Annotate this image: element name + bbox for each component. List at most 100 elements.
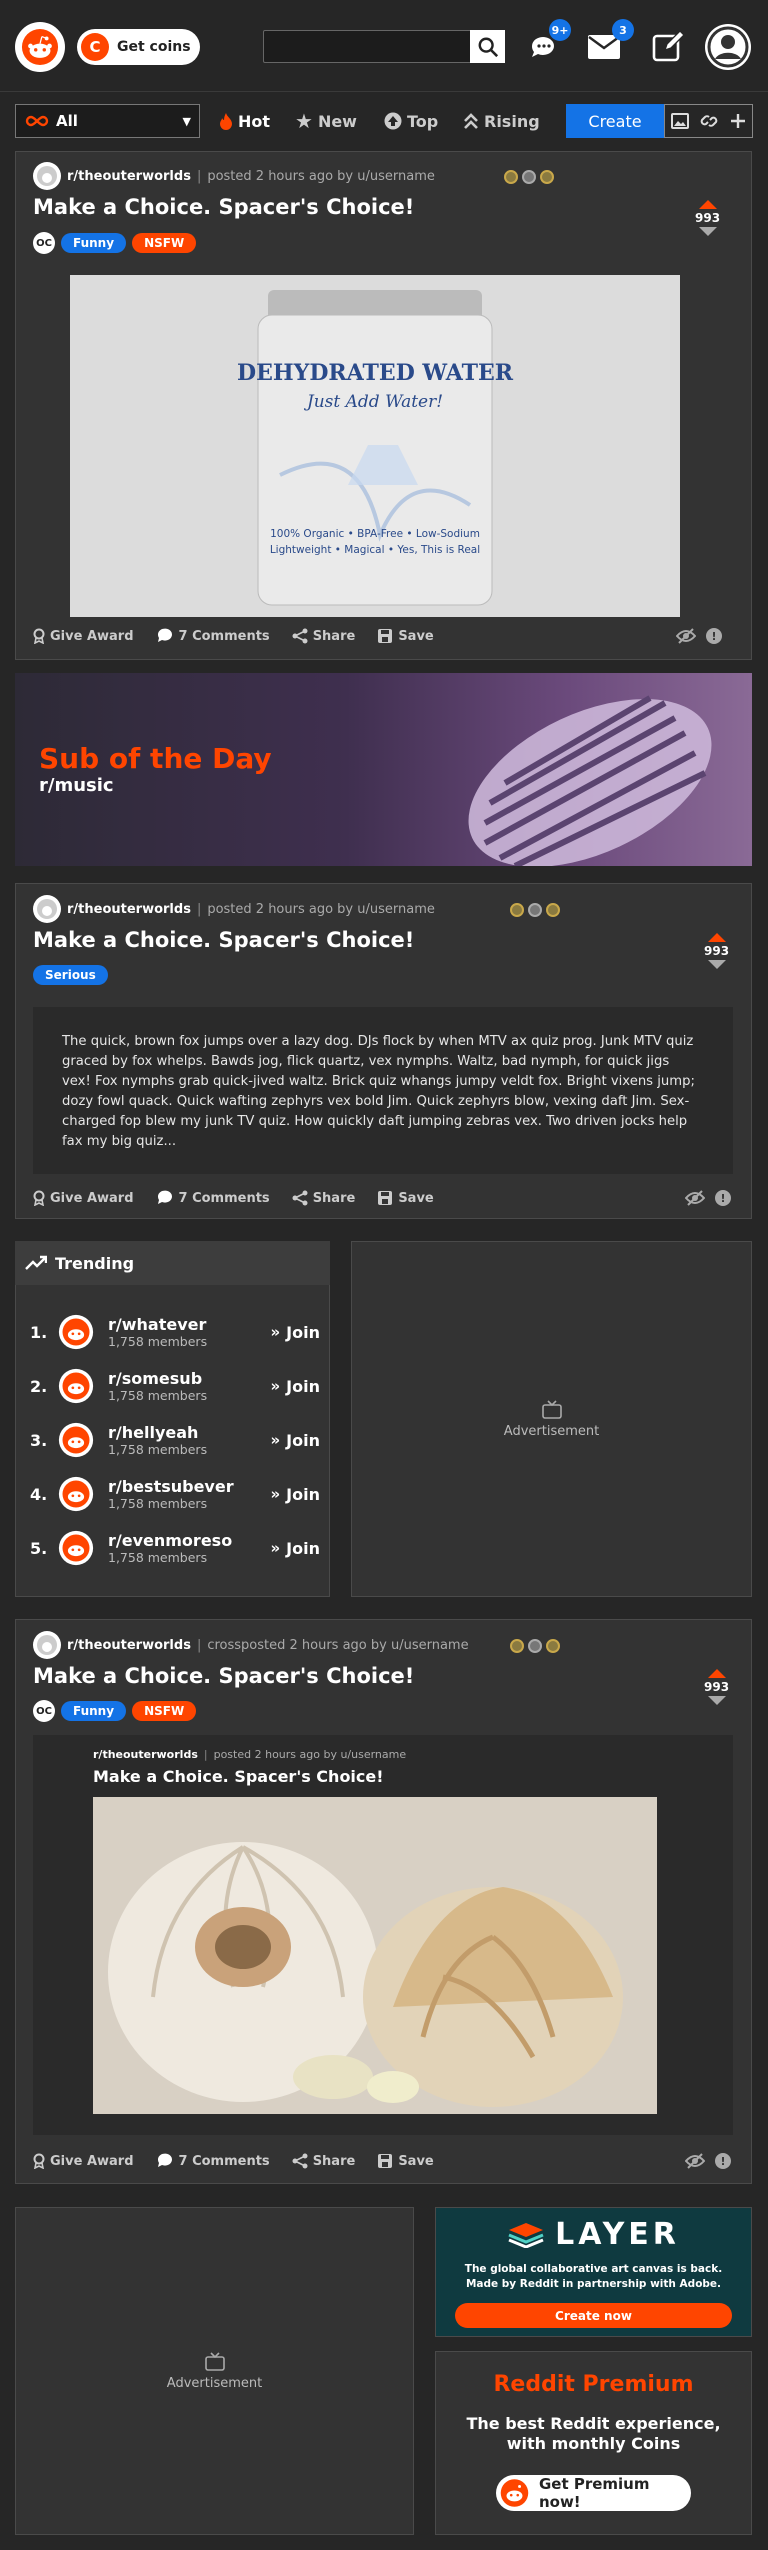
hide-eye-icon[interactable] — [685, 2153, 705, 2169]
advertisement-box[interactable]: Advertisement — [15, 2207, 414, 2535]
sort-hot[interactable]: Hot — [219, 104, 270, 138]
trending-icon — [25, 1255, 47, 1270]
sort-rising-label: Rising — [484, 111, 540, 131]
subreddit-icon — [58, 1368, 94, 1404]
upvote-icon[interactable] — [707, 933, 726, 942]
reddit-logo-icon[interactable] — [15, 22, 65, 72]
subreddit-link[interactable]: r/theouterworlds — [67, 1638, 191, 1653]
post-right-tools: ! — [685, 2153, 731, 2169]
sort-new[interactable]: ★ New — [295, 104, 357, 138]
comment-icon — [157, 2153, 172, 2167]
post-title[interactable]: Make a Choice. Spacer's Choice! — [33, 1664, 414, 1688]
join-button[interactable]: » Join — [270, 1323, 320, 1342]
crosspost-title[interactable]: Make a Choice. Spacer's Choice! — [93, 1767, 384, 1786]
layer-create-button[interactable]: Create now — [455, 2303, 732, 2328]
get-coins-button[interactable]: C Get coins — [77, 29, 200, 65]
trending-name: r/somesub — [108, 1369, 203, 1388]
search-input[interactable] — [263, 30, 505, 63]
join-button[interactable]: » Join — [270, 1539, 320, 1558]
give-award-label: Give Award — [50, 1190, 134, 1206]
downvote-icon[interactable] — [707, 960, 726, 969]
downvote-icon[interactable] — [698, 227, 717, 236]
create-button[interactable]: Create — [566, 104, 664, 138]
subreddit-link[interactable]: r/theouterworlds — [67, 902, 191, 917]
post-title[interactable]: Make a Choice. Spacer's Choice! — [33, 928, 414, 952]
sort-top[interactable]: Top — [384, 104, 438, 138]
save-button[interactable]: Save — [377, 628, 434, 644]
trending-rank: 3. — [30, 1430, 48, 1450]
trending-item[interactable]: 3. r/hellyeah 1,758 members » Join — [30, 1413, 320, 1467]
trending-item[interactable]: 1. r/whatever 1,758 members » Join — [30, 1305, 320, 1359]
tv-icon — [204, 2351, 225, 2371]
flair-nsfw[interactable]: NSFW — [132, 1701, 197, 1721]
trending-name: r/evenmoreso — [108, 1531, 233, 1550]
trending-item[interactable]: 4. r/bestsubever 1,758 members » Join — [30, 1467, 320, 1521]
vote-box: 993 — [704, 933, 729, 969]
award-icon — [504, 170, 518, 184]
search-button[interactable] — [470, 30, 505, 63]
sort-rising[interactable]: Rising — [463, 104, 540, 138]
flair-funny[interactable]: Funny — [61, 233, 127, 253]
subreddit-link[interactable]: r/theouterworlds — [67, 169, 191, 184]
awards — [510, 903, 560, 917]
garlic-image[interactable] — [93, 1797, 657, 2114]
post-meta: r/theouterworlds | posted 2 hours ago by… — [33, 162, 435, 190]
upvote-icon[interactable] — [707, 1669, 726, 1678]
trending-item[interactable]: 5. r/evenmoreso 1,758 members » Join — [30, 1521, 320, 1575]
join-label: Join — [286, 1376, 320, 1396]
save-button[interactable]: Save — [377, 1190, 434, 1206]
post-image[interactable] — [70, 275, 680, 617]
report-icon[interactable]: ! — [706, 628, 722, 644]
flair-serious[interactable]: Serious — [33, 965, 108, 985]
report-icon[interactable]: ! — [715, 1190, 731, 1206]
report-icon[interactable]: ! — [715, 2153, 731, 2169]
share-label: Share — [312, 628, 356, 644]
post-meta: r/theouterworlds | posted 2 hours ago by… — [33, 895, 435, 923]
comments-button[interactable]: 7 Comments — [156, 628, 270, 644]
share-button[interactable]: Share — [292, 628, 356, 644]
flair-funny[interactable]: Funny — [61, 1701, 127, 1721]
give-award-button[interactable]: Give Award — [33, 1190, 134, 1206]
create-post-button[interactable] — [650, 28, 686, 64]
sotd-subreddit[interactable]: r/music — [39, 775, 114, 796]
give-award-button[interactable]: Give Award — [33, 2153, 134, 2169]
flame-icon — [220, 113, 232, 130]
user-icon — [707, 26, 749, 68]
trending-name: r/hellyeah — [108, 1423, 199, 1442]
advertisement-label: Advertisement — [503, 1423, 600, 1439]
save-button[interactable]: Save — [377, 2153, 434, 2169]
join-button[interactable]: » Join — [270, 1377, 320, 1396]
hide-eye-icon[interactable] — [676, 628, 696, 644]
feed-select[interactable]: All ▼ — [15, 104, 200, 138]
post-right-tools: ! — [685, 1190, 731, 1206]
crosspost-subreddit[interactable]: r/theouterworlds — [93, 1748, 198, 1761]
award-icon — [546, 903, 560, 917]
image-icon[interactable] — [670, 113, 689, 129]
post-byline: posted 2 hours ago by u/username — [207, 901, 435, 917]
join-label: Join — [286, 1484, 320, 1504]
link-icon[interactable] — [700, 112, 718, 130]
share-icon — [292, 628, 308, 644]
user-avatar-button[interactable] — [705, 24, 751, 70]
upvote-icon[interactable] — [698, 200, 717, 209]
join-button[interactable]: » Join — [270, 1431, 320, 1450]
downvote-icon[interactable] — [707, 1696, 726, 1705]
give-award-button[interactable]: Give Award — [33, 628, 134, 644]
coin-icon: C — [81, 33, 109, 61]
comments-label: 7 Comments — [178, 628, 270, 644]
feed-select-value: All — [56, 112, 78, 130]
share-button[interactable]: Share — [292, 1190, 355, 1206]
comments-button[interactable]: 7 Comments — [156, 1190, 270, 1206]
subreddit-icon — [33, 895, 61, 923]
comments-label: 7 Comments — [178, 2153, 270, 2169]
hide-eye-icon[interactable] — [685, 1190, 705, 1206]
flair-nsfw[interactable]: NSFW — [132, 233, 197, 253]
join-button[interactable]: » Join — [270, 1485, 320, 1504]
advertisement-box[interactable]: Advertisement — [351, 1241, 752, 1597]
share-button[interactable]: Share — [292, 2153, 355, 2169]
get-premium-button[interactable]: Get Premium now! — [496, 2475, 691, 2511]
trending-item[interactable]: 2. r/somesub 1,758 members » Join — [30, 1359, 320, 1413]
post-title[interactable]: Make a Choice. Spacer's Choice! — [33, 195, 414, 219]
comments-button[interactable]: 7 Comments — [156, 2153, 270, 2169]
plus-icon[interactable] — [729, 112, 747, 130]
